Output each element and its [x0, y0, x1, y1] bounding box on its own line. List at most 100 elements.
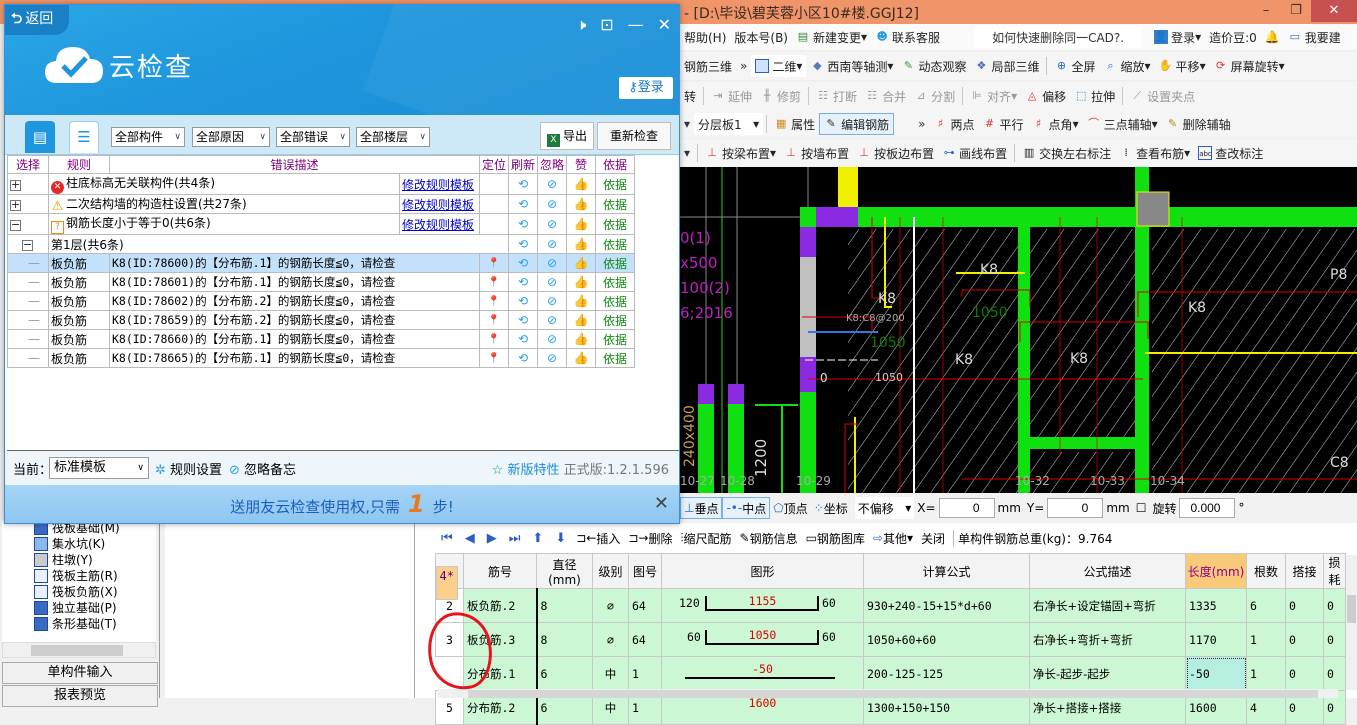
refresh-icon[interactable]: ⟲ — [508, 348, 538, 368]
component-filter[interactable]: 全部构件 ∨ — [111, 127, 185, 147]
rotate-input[interactable] — [1179, 498, 1236, 518]
snap-midpoint[interactable]: -•- 中点 — [722, 497, 771, 519]
tool-local-3d[interactable]: ❖ 局部三维 — [970, 55, 1043, 77]
tree-item[interactable]: 集水坑(K) — [2, 536, 156, 552]
refresh-icon[interactable]: ⟲ — [508, 272, 538, 292]
tool-properties[interactable]: ▦ 属性 — [770, 113, 819, 135]
collapse-toggle[interactable]: − — [22, 239, 33, 251]
refresh-icon[interactable]: ⟲ — [508, 310, 538, 330]
basis-link[interactable]: 依据 — [595, 194, 635, 214]
basis-link[interactable]: 依据 — [595, 213, 635, 235]
snap-coordinate[interactable]: ⁘ 坐标 — [811, 497, 851, 519]
recheck-button[interactable]: 重新检查 — [597, 122, 671, 150]
rebar-shape[interactable]: 120 1155 60 — [661, 588, 864, 623]
thumbs-up-icon[interactable]: 👍 — [566, 329, 596, 349]
list-view-tab[interactable]: ▤ — [25, 121, 55, 153]
rebar-shape[interactable]: 60 1050 60 — [661, 622, 864, 657]
first-record-button[interactable]: ⏮ — [435, 531, 459, 546]
locate-pin-icon[interactable]: 📍 — [479, 272, 509, 292]
close-icon[interactable]: ✕ — [658, 15, 671, 35]
table-row[interactable]: 2 板负筋.2 8 ⌀ 64 120 1155 60 930+240-15+15… — [435, 588, 1346, 623]
tool-parallel[interactable]: # 平行 — [979, 113, 1028, 135]
x-input[interactable] — [938, 498, 995, 518]
locate-pin-icon[interactable]: 📍 — [479, 329, 509, 349]
tool-zoom[interactable]: ⌕ 缩放 ▾ — [1100, 55, 1155, 77]
tree-item[interactable]: 筏板主筋(R) — [2, 568, 156, 584]
refresh-icon[interactable]: ⟲ — [508, 291, 538, 311]
tree-item[interactable]: 条形基础(T) — [2, 616, 156, 632]
menu-contact-service[interactable]: ☻ 联系客服 — [871, 26, 944, 48]
rebar-table-vscrollbar[interactable] — [1346, 555, 1357, 690]
refresh-icon[interactable]: ⟲ — [508, 234, 538, 254]
group-row[interactable]: + ⚠ 二次结构墙的构造柱设置(共27条) 修改规则模板 ⟲ ⊘ 👍 依据 — [7, 194, 635, 214]
tree-view-tab[interactable]: ☰ — [69, 121, 99, 153]
tool-merge[interactable]: ☷ 合并 — [861, 85, 910, 107]
ignore-icon[interactable]: ⊘ — [537, 213, 567, 235]
scale-rebar-button[interactable]: ⫶ 缩尺配筋 — [676, 530, 735, 547]
menu-help[interactable]: 帮助(H) — [680, 26, 730, 48]
ignore-icon[interactable]: ⊘ — [537, 329, 567, 349]
tool-edit-rebar[interactable]: ✎ 编辑钢筋 — [819, 113, 895, 135]
tree-item[interactable]: 独立基础(P) — [2, 600, 156, 616]
locate-pin-icon[interactable]: 📍 — [479, 348, 509, 368]
basis-link[interactable]: 依据 — [595, 234, 635, 254]
ignore-icon[interactable]: ⊘ — [537, 253, 567, 273]
basis-link[interactable]: 依据 — [595, 310, 635, 330]
last-record-button[interactable]: ⏭ — [503, 531, 527, 546]
group-row[interactable]: + ✕ 柱底标高无关联构件(共4条) 修改规则模板 ⟲ ⊘ 👍 依据 — [7, 173, 635, 195]
ignore-icon[interactable]: ⊘ — [537, 348, 567, 368]
table-row[interactable]: 3 板负筋.3 8 ⌀ 64 60 1050 60 1050+60+60 右净长… — [435, 622, 1346, 657]
tool-break[interactable]: ☷ 打断 — [812, 85, 861, 107]
floor-row[interactable]: − 第1层(共6条) ⟲ ⊘ 👍 依据 — [7, 234, 635, 254]
banner-close-icon[interactable]: ✕ — [654, 485, 669, 523]
edit-rule-template-link[interactable]: 修改规则模板 — [402, 198, 474, 212]
thumbs-up-icon[interactable]: 👍 — [566, 213, 596, 235]
tool-delete-axis[interactable]: ✎ 删除辅轴 — [1162, 113, 1235, 135]
ignore-memo-button[interactable]: ⊘ 忽略备忘 — [229, 459, 296, 478]
tool-rotate[interactable]: 转 — [680, 85, 700, 107]
error-row-selected[interactable]: — 板负筋 K8(ID:78600)的【分布筋.1】的钢筋长度≦0，请检查 📍 … — [7, 253, 635, 273]
insert-button[interactable]: ⊐← 插入 — [572, 530, 624, 547]
tool-draw-line[interactable]: ⊶ 画线布置 — [938, 142, 1011, 164]
tool-sw-iso[interactable]: ◆ 西南等轴测 ▾ — [806, 55, 897, 77]
template-select[interactable]: 标准模板 ∨ — [49, 457, 149, 479]
locate-pin-icon[interactable]: 📍 — [479, 310, 509, 330]
basis-link[interactable]: 依据 — [595, 329, 635, 349]
tool-fullscreen[interactable]: ⊕ 全屏 — [1050, 55, 1099, 77]
tool-split[interactable]: ⊿ 分割 — [910, 85, 959, 107]
refresh-icon[interactable]: ⟲ — [508, 253, 538, 273]
move-up-button[interactable]: ⬆ — [526, 531, 549, 546]
tool-stretch[interactable]: ⬚ 拉伸 — [1070, 85, 1119, 107]
cad-canvas[interactable]: 0(1) x500 100(2) 6;2016 K8 K8 K8 K8 K8 P… — [680, 167, 1357, 493]
rule-settings-button[interactable]: ✲ 规则设置 — [155, 459, 222, 478]
group-row[interactable]: − ? 钢筋长度小于等于0(共6条) 修改规则模板 ⟲ ⊘ 👍 依据 — [7, 213, 635, 235]
suggest-button[interactable]: ▭ 我要建 — [1284, 26, 1345, 48]
report-preview-button[interactable]: 报表预览 — [2, 685, 158, 707]
layer-select[interactable]: 分层板1 ▾ — [694, 113, 764, 135]
thumbs-up-icon[interactable]: 👍 — [566, 272, 596, 292]
bell-icon[interactable]: 🔔 — [1261, 26, 1284, 48]
rotate-checkbox[interactable]: ☐ — [1133, 497, 1150, 519]
offset-select[interactable]: 不偏移 ▾ — [854, 497, 915, 519]
tool-by-wall[interactable]: ⊥ 按墙布置 — [780, 142, 853, 164]
error-filter[interactable]: 全部错误 ∨ — [276, 127, 350, 147]
tool-point-angle[interactable]: ♯ 点角 ▾ — [1028, 113, 1083, 135]
tool-swap-labels[interactable]: ▥ 交换左右标注 — [1018, 142, 1115, 164]
edit-rule-template-link[interactable]: 修改规则模板 — [402, 218, 474, 232]
tool-offset[interactable]: ◬ 偏移 — [1021, 85, 1070, 107]
tool-edit-label[interactable]: abc 查改标注 — [1194, 142, 1267, 164]
login-menu[interactable]: 👤 登录 ▾ — [1150, 26, 1205, 48]
length-cell-editing[interactable]: -50 — [1185, 656, 1247, 691]
tool-three-point-axis[interactable]: ⌒ 三点辅轴 ▾ — [1083, 113, 1162, 135]
error-row[interactable]: — 板负筋 K8(ID:78660)的【分布筋.1】的钢筋长度≦0，请检查 📍 … — [7, 329, 635, 349]
tool-view-rebar[interactable]: ⁞ 查看布筋 ▾ — [1115, 142, 1194, 164]
tool-two-point[interactable]: ♯ 两点 — [930, 113, 979, 135]
tool-by-beam[interactable]: ⊥ 按梁布置 ▾ — [701, 142, 780, 164]
rebar-table-hscrollbar[interactable] — [438, 689, 1338, 698]
back-button[interactable]: ⮌ 返回 — [5, 5, 69, 35]
tree-item[interactable]: 柱墩(Y) — [2, 552, 156, 568]
tool-grip[interactable]: ⟋ 设置夹点 — [1126, 85, 1199, 107]
expand-toggle[interactable]: + — [10, 199, 21, 211]
locate-pin-icon[interactable]: 📍 — [479, 253, 509, 273]
maximize-button[interactable]: ❐ — [1281, 0, 1311, 22]
